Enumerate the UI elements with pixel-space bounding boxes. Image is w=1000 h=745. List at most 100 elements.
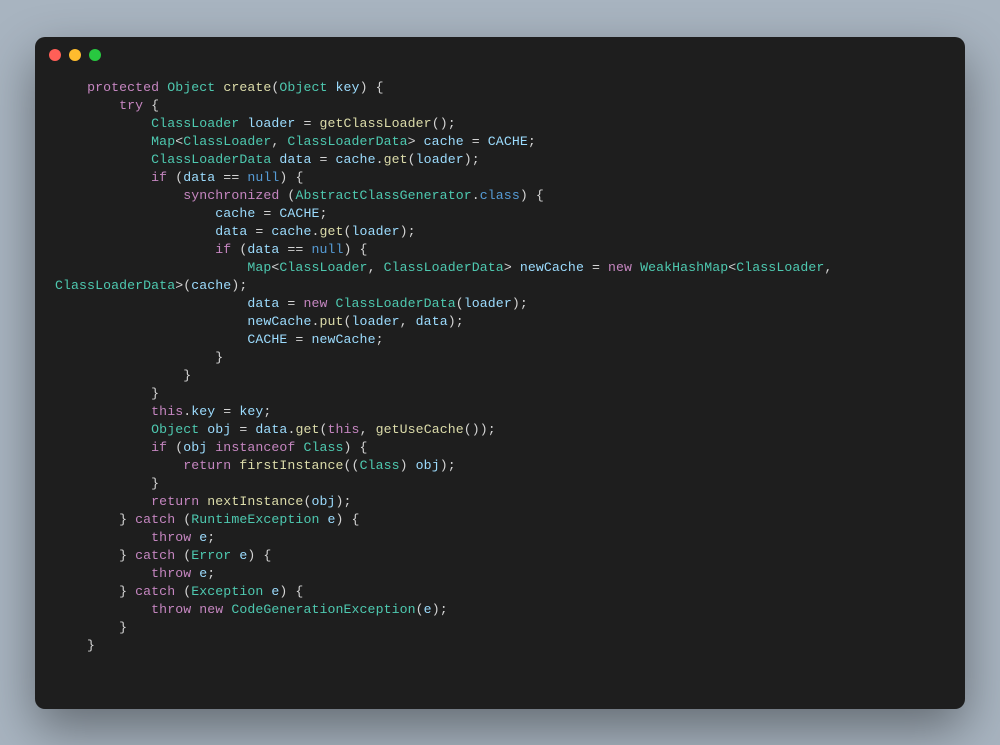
token-type: RuntimeException	[191, 512, 319, 527]
token-var: obj	[207, 422, 231, 437]
token-pun: );	[448, 314, 464, 329]
token-pun: >(	[175, 278, 191, 293]
token-pun: >	[408, 134, 424, 149]
token-var: key	[239, 404, 263, 419]
code-line: data = cache.get(loader);	[55, 224, 416, 239]
token-kw: new	[303, 296, 327, 311]
token-pun	[55, 422, 151, 437]
token-pun	[328, 80, 336, 95]
code-line: this.key = key;	[55, 404, 271, 419]
code-line: throw e;	[55, 530, 215, 545]
token-pun: );	[400, 224, 416, 239]
token-pun: {	[143, 98, 159, 113]
code-line: }	[55, 350, 223, 365]
token-pun: (	[456, 296, 464, 311]
token-pun: }	[55, 620, 127, 635]
close-icon[interactable]	[49, 49, 61, 61]
code-line: throw e;	[55, 566, 215, 581]
code-line: return firstInstance((Class) obj);	[55, 458, 456, 473]
token-pun: )	[400, 458, 416, 473]
token-var: cache	[191, 278, 231, 293]
token-pun	[55, 188, 183, 203]
token-kw: catch	[135, 512, 175, 527]
token-pun: >	[504, 260, 520, 275]
token-var: obj	[311, 494, 335, 509]
token-cnst: CACHE	[279, 206, 319, 221]
token-fn: getClassLoader	[319, 116, 431, 131]
token-cnst: CACHE	[247, 332, 287, 347]
token-pun: ) {	[360, 80, 384, 95]
token-pun: ,	[271, 134, 287, 149]
token-pun	[55, 314, 247, 329]
token-pun: }	[55, 350, 223, 365]
token-var: loader	[352, 224, 400, 239]
token-var: data	[183, 170, 215, 185]
code-line: ClassLoaderData data = cache.get(loader)…	[55, 152, 480, 167]
token-pun: }	[55, 548, 135, 563]
token-type: Map	[247, 260, 271, 275]
token-pun: ==	[215, 170, 247, 185]
token-pun: ;	[207, 566, 215, 581]
token-pun: (	[344, 314, 352, 329]
token-pun	[632, 260, 640, 275]
token-type: Object	[151, 422, 199, 437]
token-pun	[55, 170, 151, 185]
token-pun: );	[440, 458, 456, 473]
token-pun: ) {	[336, 512, 360, 527]
token-pun: ) {	[344, 242, 368, 257]
token-pun	[55, 224, 215, 239]
token-pun	[55, 116, 151, 131]
token-type: ClassLoader	[736, 260, 824, 275]
token-pun: =	[311, 152, 335, 167]
code-line: }	[55, 620, 127, 635]
token-pun	[55, 566, 151, 581]
token-pun: =	[295, 116, 319, 131]
token-type: ClassLoaderData	[55, 278, 175, 293]
token-pun: ;	[319, 206, 327, 221]
token-pun	[55, 134, 151, 149]
token-fn: getUseCache	[376, 422, 464, 437]
token-kw: return	[151, 494, 199, 509]
code-line: if (data == null) {	[55, 170, 303, 185]
code-editor[interactable]: protected Object create(Object key) { tr…	[35, 73, 965, 675]
token-kw: if	[151, 170, 167, 185]
token-var: loader	[416, 152, 464, 167]
code-line: } catch (Error e) {	[55, 548, 271, 563]
token-var: e	[424, 602, 432, 617]
token-pun	[55, 242, 215, 257]
token-type: Object	[167, 80, 215, 95]
code-line: }	[55, 638, 95, 653]
token-var: data	[215, 224, 247, 239]
token-pun: =	[287, 332, 311, 347]
code-line: ClassLoader loader = getClassLoader();	[55, 116, 456, 131]
token-pun: ,	[368, 260, 384, 275]
token-pun: ;	[376, 332, 384, 347]
token-kw: new	[199, 602, 223, 617]
token-null: null	[247, 170, 279, 185]
token-cnst: CACHE	[488, 134, 528, 149]
token-pun	[55, 152, 151, 167]
token-pun	[55, 602, 151, 617]
token-pun: =	[279, 296, 303, 311]
token-type: ClassLoaderData	[287, 134, 407, 149]
token-var: data	[255, 422, 287, 437]
zoom-icon[interactable]	[89, 49, 101, 61]
code-line: cache = CACHE;	[55, 206, 328, 221]
token-kw: this	[151, 404, 183, 419]
token-pun: );	[432, 602, 448, 617]
token-pun: =	[247, 224, 271, 239]
minimize-icon[interactable]	[69, 49, 81, 61]
token-kw: instanceof	[215, 440, 295, 455]
token-kw: if	[215, 242, 231, 257]
token-type: ClassLoader	[151, 116, 239, 131]
token-var: obj	[416, 458, 440, 473]
token-kw: try	[119, 98, 143, 113]
token-var: cache	[424, 134, 464, 149]
token-fn: put	[319, 314, 343, 329]
token-pun: );	[336, 494, 352, 509]
token-pun: ) {	[344, 440, 368, 455]
token-pun	[55, 458, 183, 473]
token-var: newCache	[247, 314, 311, 329]
token-pun: =	[255, 206, 279, 221]
token-pun: ,	[400, 314, 416, 329]
